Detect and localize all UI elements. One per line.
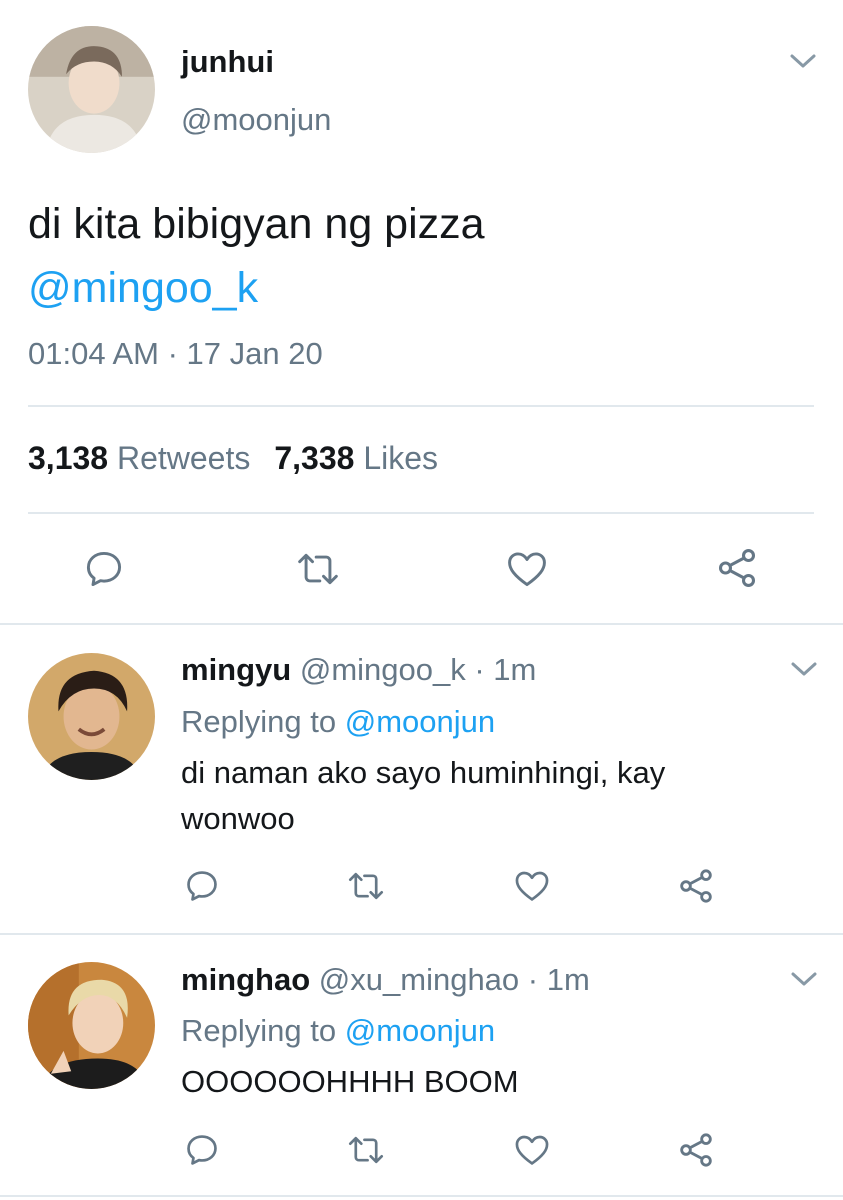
divider	[28, 512, 814, 514]
retweets-stat[interactable]: 3,138 Retweets	[28, 440, 250, 476]
divider	[0, 1195, 843, 1197]
like-icon[interactable]	[510, 1130, 554, 1170]
replying-to-link[interactable]: @moonjun	[345, 1013, 495, 1048]
reply-author-name[interactable]: minghao	[181, 962, 310, 997]
replying-to: Replying to @moonjun	[181, 1013, 495, 1049]
reply-author-meta[interactable]: @mingoo_k · 1m	[300, 652, 537, 687]
replying-to-label: Replying to	[181, 1013, 337, 1048]
chevron-down-icon[interactable]	[789, 52, 817, 70]
author-name[interactable]: junhui	[181, 44, 274, 80]
tweet-body: di kita bibigyan ng pizza	[28, 200, 485, 248]
share-icon[interactable]	[674, 1128, 718, 1172]
replying-to: Replying to @moonjun	[181, 704, 495, 740]
retweet-icon[interactable]	[290, 545, 346, 593]
avatar-junhui[interactable]	[28, 26, 155, 153]
retweets-count: 3,138	[28, 440, 109, 476]
divider	[28, 405, 814, 407]
replying-to-label: Replying to	[181, 704, 337, 739]
tweet-timestamp[interactable]: 01:04 AM · 17 Jan 20	[28, 336, 323, 372]
reply-text: OOOOOOHHHH BOOM	[181, 1064, 519, 1099]
reply-header: minghao @xu_minghao · 1m	[181, 962, 590, 998]
replying-to-link[interactable]: @moonjun	[345, 704, 495, 739]
reply-icon[interactable]	[180, 1130, 224, 1170]
share-icon[interactable]	[712, 543, 762, 593]
reply-icon[interactable]	[180, 866, 224, 906]
retweets-label: Retweets	[116, 440, 251, 476]
chevron-down-icon[interactable]	[790, 660, 818, 678]
tweet-mention-link[interactable]: @mingoo_k	[28, 264, 258, 312]
reply-icon[interactable]	[80, 545, 128, 593]
reply-header: mingyu @mingoo_k · 1m	[181, 652, 536, 688]
tweet-text: di kita bibigyan ng pizza @mingoo_k	[28, 192, 808, 320]
avatar-mingyu[interactable]	[28, 653, 155, 780]
reply-author-meta[interactable]: @xu_minghao · 1m	[319, 962, 590, 997]
tweet-stats: 3,138 Retweets 7,338 Likes	[28, 440, 438, 477]
likes-count: 7,338	[274, 440, 355, 476]
reply-text: di naman ako sayo huminhingi, kay wonwoo	[181, 755, 666, 836]
divider	[0, 623, 843, 625]
like-icon[interactable]	[510, 866, 554, 906]
like-icon[interactable]	[502, 545, 552, 593]
likes-label: Likes	[363, 440, 439, 476]
reply-author-name[interactable]: mingyu	[181, 652, 291, 687]
divider	[0, 933, 843, 935]
retweet-icon[interactable]	[342, 866, 390, 906]
retweet-icon[interactable]	[342, 1130, 390, 1170]
likes-stat[interactable]: 7,338 Likes	[274, 440, 438, 476]
chevron-down-icon[interactable]	[790, 970, 818, 988]
author-handle[interactable]: @moonjun	[181, 102, 331, 138]
share-icon[interactable]	[674, 864, 718, 908]
avatar-minghao[interactable]	[28, 962, 155, 1089]
